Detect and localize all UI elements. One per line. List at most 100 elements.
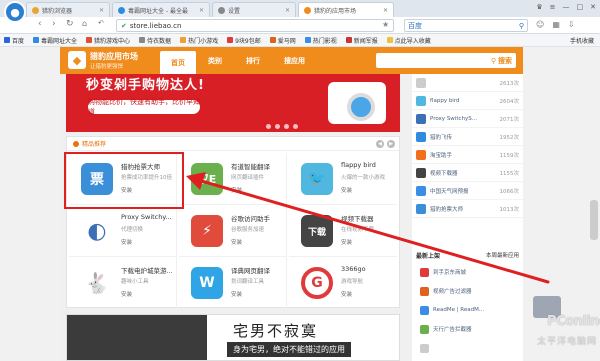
pager-dot[interactable] bbox=[275, 124, 280, 129]
pager-dot[interactable] bbox=[266, 124, 271, 129]
app-name[interactable]: 译典网页翻译 bbox=[231, 265, 270, 275]
video-download-icon[interactable]: 下载 bbox=[301, 215, 333, 247]
flappy-bird-icon[interactable]: 🐦 bbox=[301, 163, 333, 195]
address-bar[interactable]: ✔ store.liebao.cn bbox=[116, 19, 394, 32]
app-card[interactable]: ◐ Proxy Switchy... 代理切换 安装 bbox=[69, 205, 177, 257]
promo-banner[interactable]: 秒变剁手购物达人! 购物能比价，快速有助手，比价早知道 bbox=[66, 74, 400, 132]
install-button[interactable]: 安装 bbox=[231, 186, 242, 194]
new-app-item[interactable]: ReadMe | ReadM... bbox=[412, 302, 523, 318]
ranking-app-name[interactable]: 中国天气网预报 bbox=[430, 187, 496, 195]
close-window-icon[interactable]: ✕ bbox=[590, 3, 596, 11]
close-tab-icon[interactable]: ✕ bbox=[383, 7, 388, 14]
app-market-title[interactable]: 猎豹应用市场 bbox=[90, 51, 138, 62]
app-name[interactable]: 3366go bbox=[341, 265, 366, 273]
minimize-icon[interactable]: — bbox=[563, 3, 570, 11]
app-card[interactable]: W 译典网页翻译 划词翻译工具 安装 bbox=[179, 257, 287, 309]
user-icon[interactable]: ☺ bbox=[536, 20, 544, 29]
install-button[interactable]: 安装 bbox=[341, 290, 352, 298]
grid-icon[interactable]: ▦ bbox=[552, 20, 560, 29]
nav-home[interactable]: 首页 bbox=[160, 51, 196, 74]
app-search-box[interactable]: ⚲ 搜索 bbox=[376, 53, 516, 68]
app-card[interactable]: 汉E 有道智能翻译 网页翻译插件 安装 bbox=[179, 153, 287, 205]
forward-icon[interactable]: › bbox=[52, 19, 56, 29]
ranking-app-name[interactable]: 淘宝助手 bbox=[430, 151, 496, 159]
bookmark-item[interactable]: 爱马网 bbox=[269, 36, 296, 45]
app-card[interactable]: 🐦 flappy bird 火爆的一款小游戏 安装 bbox=[289, 153, 397, 205]
browser-logo-icon[interactable]: ● bbox=[4, 1, 26, 23]
close-tab-icon[interactable]: ✕ bbox=[199, 7, 204, 14]
ranking-item[interactable]: 2613次 bbox=[412, 74, 523, 92]
new-app-name[interactable]: 视频广告过滤器 bbox=[433, 287, 472, 295]
new-app-item[interactable]: 到手京东商城 bbox=[412, 264, 523, 280]
proxy-globe-icon[interactable]: ◐ bbox=[81, 215, 113, 247]
tab-settings[interactable]: 设置 ✕ bbox=[212, 2, 296, 17]
ranking-item[interactable]: 淘宝助手 1159次 bbox=[412, 146, 523, 164]
search-icon[interactable]: ⚲ bbox=[491, 57, 496, 65]
download-icon[interactable]: ⇩ bbox=[568, 20, 575, 29]
new-app-name[interactable]: 天行广告拦截器 bbox=[433, 325, 472, 333]
app-name[interactable]: Proxy Switchy... bbox=[121, 213, 171, 221]
rabbit-app-icon[interactable]: 🐇 bbox=[81, 267, 113, 299]
app-card[interactable]: 🐇 下载电炉城菜游... 趣味小工具 安装 bbox=[69, 257, 177, 309]
ranking-item[interactable]: 猎豹抢票大师 1013次 bbox=[412, 200, 523, 218]
ranking-app-name[interactable]: Proxy SwitchyS... bbox=[430, 116, 496, 122]
ranking-app-name[interactable]: flappy bird bbox=[430, 98, 496, 104]
bookmark-star-icon[interactable]: ★ bbox=[382, 20, 389, 29]
app-name[interactable]: 视频下载器 bbox=[341, 213, 374, 223]
install-button[interactable]: 安装 bbox=[231, 290, 242, 298]
ranking-item[interactable]: 猎豹飞传 1952次 bbox=[412, 128, 523, 146]
bookmark-item[interactable]: 点此导入收藏 bbox=[386, 36, 431, 45]
pager-dot[interactable] bbox=[293, 124, 298, 129]
refresh-icon[interactable]: ↻ bbox=[66, 19, 74, 29]
bookmark-item[interactable]: 毒霸网址大全 bbox=[33, 36, 77, 45]
ranking-item[interactable]: 视频下载器 1155次 bbox=[412, 164, 523, 182]
app-card[interactable]: ⚡ 谷歌访问助手 谷歌服务加速 安装 bbox=[179, 205, 287, 257]
ranking-item[interactable]: 中国天气网预报 1066次 bbox=[412, 182, 523, 200]
new-app-item[interactable] bbox=[412, 340, 523, 356]
search-provider[interactable]: 百度 bbox=[408, 21, 422, 31]
app-card[interactable]: G 3366go 游戏导航 安装 bbox=[289, 257, 397, 309]
bookmark-item[interactable]: 9块9包邮 bbox=[227, 36, 261, 45]
ranking-app-name[interactable]: 视频下载器 bbox=[430, 169, 496, 177]
install-button[interactable]: 安装 bbox=[341, 186, 352, 194]
bookmark-item[interactable]: 百度 bbox=[4, 36, 24, 45]
promo-banner-2[interactable]: 宅男不寂寞 身为宅男，绝对不能错过的应用 bbox=[66, 314, 400, 361]
ranking-app-name[interactable]: 猎豹飞传 bbox=[430, 133, 496, 141]
pager-dot[interactable] bbox=[284, 124, 289, 129]
new-app-name[interactable]: 到手京东商城 bbox=[433, 268, 466, 276]
install-button[interactable]: 安装 bbox=[121, 290, 132, 298]
bookmark-item[interactable]: 侍衣数据 bbox=[139, 36, 171, 45]
menu-icon[interactable]: ≡ bbox=[550, 3, 556, 11]
lightning-app-icon[interactable]: ⚡ bbox=[191, 215, 223, 247]
bookmark-item[interactable]: 新闻军报 bbox=[345, 36, 378, 45]
search-icon[interactable]: ⚲ bbox=[519, 22, 524, 30]
prev-arrow-icon[interactable]: ◀ bbox=[376, 140, 384, 148]
install-button[interactable]: 安装 bbox=[231, 238, 242, 246]
app-search-label[interactable]: 搜索 bbox=[498, 56, 512, 66]
mobile-bookmarks[interactable]: 手机收藏 bbox=[570, 36, 594, 45]
app-name[interactable]: flappy bird bbox=[341, 161, 376, 169]
close-tab-icon[interactable]: ✕ bbox=[285, 7, 290, 14]
maximize-icon[interactable]: □ bbox=[577, 3, 584, 11]
skin-icon[interactable]: ♛ bbox=[536, 3, 542, 11]
scrollbar-thumb[interactable] bbox=[590, 200, 598, 240]
new-arrivals-more-link[interactable]: 本周最新应用 bbox=[486, 251, 519, 259]
nav-ranking[interactable]: 排行 bbox=[234, 47, 272, 74]
app-card[interactable]: 下载 视频下载器 在线视频下载 安装 bbox=[289, 205, 397, 257]
install-button[interactable]: 安装 bbox=[341, 238, 352, 246]
ranking-item[interactable]: flappy bird 2604次 bbox=[412, 92, 523, 110]
next-arrow-icon[interactable]: ▶ bbox=[387, 140, 395, 148]
bookmark-item[interactable]: 猎豹游戏中心 bbox=[86, 36, 130, 45]
new-app-item[interactable]: 天行广告拦截器 bbox=[412, 321, 523, 337]
translate-app-icon[interactable]: 汉E bbox=[191, 163, 223, 195]
bookmark-item[interactable]: 热门影视 bbox=[304, 36, 337, 45]
app-name[interactable]: 有道智能翻译 bbox=[231, 161, 270, 171]
bookmark-item[interactable]: 热门小游戏 bbox=[180, 36, 218, 45]
install-button[interactable]: 安装 bbox=[121, 238, 132, 246]
back-icon[interactable]: ‹ bbox=[38, 19, 42, 29]
tab-duba-nav[interactable]: 毒霸网址大全 - 最全最 ✕ bbox=[112, 2, 210, 17]
app-market-logo-icon[interactable]: ◆ bbox=[68, 51, 86, 69]
new-app-item[interactable]: 视频广告过滤器 bbox=[412, 283, 523, 299]
dictionary-app-icon[interactable]: W bbox=[191, 267, 223, 299]
nav-categories[interactable]: 类别 bbox=[196, 47, 234, 74]
